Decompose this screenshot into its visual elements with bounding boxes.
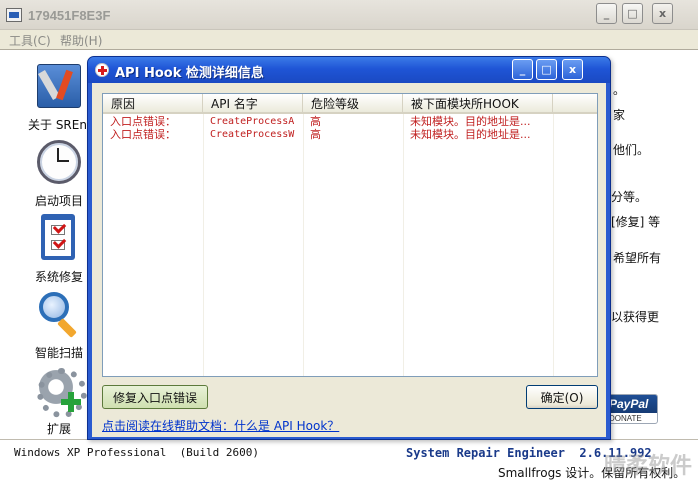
menu-tools[interactable]: 工具(C)	[9, 32, 51, 49]
background-text: 家	[613, 108, 626, 122]
os-info: Windows XP Professional (Build 2600)	[14, 446, 260, 459]
sidebar-item-label: 系统修复	[34, 270, 83, 284]
magnifier-icon	[35, 290, 83, 338]
background-text: 希望所有	[613, 251, 662, 265]
cell-risk-level: 高	[310, 115, 321, 128]
column-header-hook-module[interactable]: 被下面模块所HOOK	[403, 94, 553, 114]
statusbar: Windows XP Professional (Build 2600) Sys…	[0, 439, 698, 490]
dialog-close-button[interactable]: x	[562, 59, 583, 80]
tools-icon	[35, 62, 83, 110]
list-header: 原因 API 名字 危险等级 被下面模块所HOOK	[103, 94, 597, 114]
cell-risk-level: 高	[310, 128, 321, 141]
hook-list[interactable]: 原因 API 名字 危险等级 被下面模块所HOOK 入口点错误： CreateP…	[102, 93, 598, 377]
dialog-minimize-button[interactable]: _	[512, 59, 533, 80]
sidebar-item-startup[interactable]: 启动项目	[28, 138, 90, 209]
api-hook-dialog: API Hook 检测详细信息 _ □ x 原因 API 名字 危险等级 被下面…	[87, 56, 611, 440]
checklist-icon	[35, 214, 83, 262]
dialog-titlebar[interactable]: API Hook 检测详细信息 _ □ x	[88, 57, 610, 83]
sidebar-item-label: 智能扫描	[34, 346, 83, 360]
gear-plus-icon	[35, 366, 87, 418]
table-row[interactable]: 入口点错误： CreateProcessA 高 未知模块。目的地址是...	[103, 115, 597, 128]
red-cross-icon	[95, 63, 109, 77]
column-header-reason[interactable]: 原因	[103, 94, 203, 114]
sidebar-item-label: 关于 SREng	[28, 118, 95, 132]
background-text: [修复] 等	[611, 215, 661, 229]
repair-entry-point-button[interactable]: 修复入口点错误	[102, 385, 208, 409]
background-text: 他们。	[613, 143, 650, 157]
clock-icon	[35, 138, 83, 186]
menubar: 工具(C) 帮助(H)	[0, 30, 698, 49]
ok-button[interactable]: 确定(O)	[526, 385, 598, 409]
background-text: 。	[613, 83, 626, 97]
cell-hook-module: 未知模块。目的地址是...	[410, 128, 531, 141]
app-icon	[6, 8, 22, 22]
sidebar-item-extensions[interactable]: 扩展	[28, 366, 90, 437]
cell-api-name: CreateProcessW	[210, 129, 295, 140]
main-window-title: 179451F8E3F	[28, 8, 111, 23]
cell-api-name: CreateProcessA	[210, 116, 295, 127]
maximize-button[interactable]: □	[622, 3, 643, 24]
main-titlebar[interactable]: 179451F8E3F _ □ x	[0, 0, 698, 30]
background-text: 以获得更	[611, 310, 660, 324]
cell-reason: 入口点错误：	[110, 128, 176, 141]
table-row[interactable]: 入口点错误： CreateProcessW 高 未知模块。目的地址是...	[103, 128, 597, 141]
column-header-risk-level[interactable]: 危险等级	[303, 94, 403, 114]
menu-help[interactable]: 帮助(H)	[60, 32, 102, 49]
background-text: 分等。	[611, 190, 648, 204]
cell-reason: 入口点错误：	[110, 115, 176, 128]
watermark: 晴柔软件	[604, 454, 693, 479]
sidebar-item-label: 启动项目	[34, 194, 83, 208]
help-link[interactable]: 点击阅读在线帮助文档：什么是 API Hook？	[102, 417, 339, 434]
dialog-body: 原因 API 名字 危险等级 被下面模块所HOOK 入口点错误： CreateP…	[92, 83, 606, 437]
dialog-title: API Hook 检测详细信息	[115, 66, 264, 81]
sidebar-item-smart-scan[interactable]: 智能扫描	[28, 290, 90, 361]
sidebar-item-label: 扩展	[46, 422, 71, 436]
cell-hook-module: 未知模块。目的地址是...	[410, 115, 531, 128]
close-button[interactable]: x	[652, 3, 673, 24]
sidebar-item-about[interactable]: 关于 SREng	[28, 62, 95, 133]
minimize-button[interactable]: _	[596, 3, 617, 24]
sidebar-item-system-repair[interactable]: 系统修复	[28, 214, 90, 285]
column-header-api-name[interactable]: API 名字	[203, 94, 303, 114]
dialog-maximize-button[interactable]: □	[536, 59, 557, 80]
